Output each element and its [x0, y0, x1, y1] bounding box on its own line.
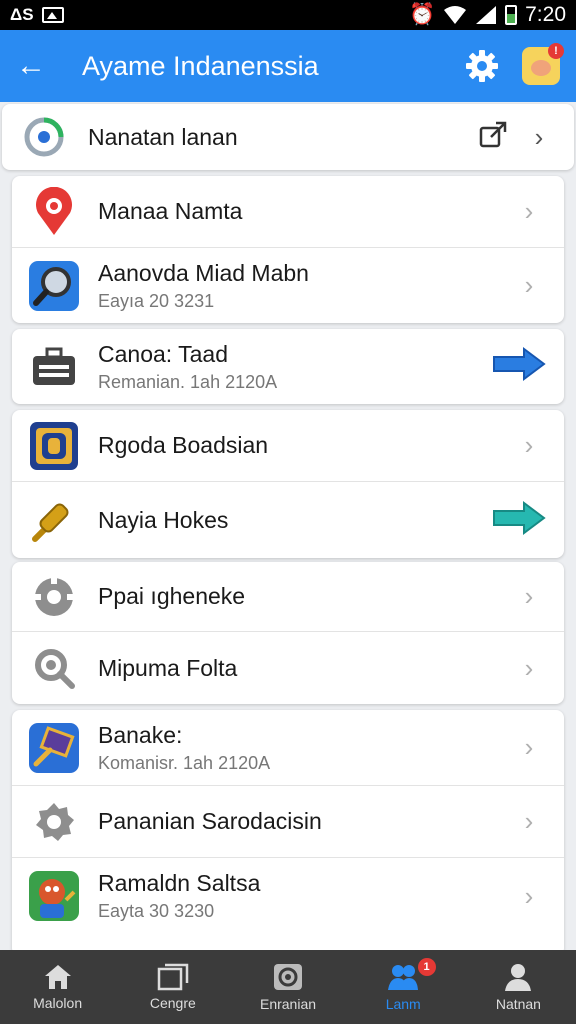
- nav-people[interactable]: 1 Lanm: [346, 950, 461, 1024]
- list-item[interactable]: Aanovda Miad Mabn Eayıa 20 3231 ›: [12, 248, 564, 323]
- list-item-label: Ppai ıgheneke: [98, 583, 246, 609]
- list-item[interactable]: Nayia Hokes: [12, 482, 564, 558]
- list-item-label: Nanatan lanan: [88, 123, 238, 150]
- map-pin-icon: [26, 184, 82, 240]
- signal-icon: [476, 6, 497, 24]
- list-item[interactable]: Ppai ıgheneke ›: [12, 562, 564, 632]
- nav-label: Lanm: [385, 996, 421, 1012]
- chevron-right-icon: ›: [524, 806, 534, 836]
- character-app-icon: [26, 868, 82, 924]
- camera-icon: [274, 964, 302, 990]
- status-left-text: ΔS: [10, 5, 34, 24]
- list-item[interactable]: Mipuma Folta ›: [12, 632, 564, 704]
- letter-o-app-icon: [26, 418, 82, 474]
- list-card: Nanatan lanan ›: [2, 104, 574, 170]
- search-gear-icon: [26, 640, 82, 696]
- list-item-label: Canoa: Taad: [98, 340, 229, 367]
- nav-camera[interactable]: Enranian: [230, 950, 345, 1024]
- external-link-icon[interactable]: [478, 120, 508, 155]
- list-item[interactable]: Nanatan lanan ›: [2, 104, 574, 170]
- list-item[interactable]: Pananian Sarodacisin ›: [12, 786, 564, 858]
- arrow-right-icon[interactable]: [492, 500, 546, 540]
- page-title: Ayame Indanenssia: [82, 50, 319, 81]
- list-item[interactable]: Banake: Komanisr. 1ah 2120A ›: [12, 710, 564, 786]
- nav-label: Malolon: [33, 995, 83, 1011]
- status-bar: ΔS ⏰ 7:20: [0, 0, 576, 30]
- nav-profile[interactable]: Natnan: [461, 950, 576, 1024]
- image-notification-icon: [41, 7, 64, 23]
- list-item-subtitle: Remanian. 1ah 2120A: [98, 371, 278, 392]
- avatar-notification-badge: !: [548, 43, 564, 59]
- nav-label: Cengre: [149, 995, 196, 1011]
- chevron-right-icon: ›: [534, 121, 544, 152]
- list-item-label: Manaa Namta: [98, 198, 243, 224]
- nav-label: Natnan: [495, 996, 541, 1012]
- back-arrow-icon[interactable]: ←: [16, 49, 60, 83]
- app-bar: ← Ayame Indanenssia !: [0, 30, 576, 102]
- briefcase-icon: [26, 339, 82, 395]
- pages-icon: [157, 963, 189, 991]
- list-item[interactable]: Canoa: Taad Remanian. 1ah 2120A: [12, 329, 564, 404]
- profile-avatar[interactable]: !: [522, 43, 564, 85]
- chevron-right-icon: ›: [524, 880, 534, 911]
- bottom-navigation: Malolon Cengre Enranian 1 Lanm Natnan: [0, 950, 576, 1024]
- brass-tool-icon: [26, 492, 82, 548]
- wifi-icon: [444, 6, 467, 24]
- list-card: Manaa Namta › Aanovda Miad Mabn Eayıa 20…: [12, 176, 564, 323]
- battery-icon: [505, 5, 518, 25]
- list-item[interactable]: Manaa Namta ›: [12, 176, 564, 248]
- chevron-right-icon: ›: [524, 581, 534, 611]
- settings-gear-icon[interactable]: [462, 46, 502, 86]
- gear-settings-icon: [26, 569, 82, 625]
- status-time: 7:20: [525, 3, 566, 26]
- chevron-right-icon: ›: [524, 196, 534, 226]
- people-icon: [388, 965, 419, 990]
- chevron-right-icon: ›: [524, 652, 534, 683]
- list-card: Rgoda Boadsian › Nayia Hokes: [12, 410, 564, 558]
- list-item-label: Mipuma Folta: [98, 654, 238, 681]
- list-item[interactable]: Ramaldn Saltsa Eayta 30 3230 ›: [12, 858, 564, 934]
- magnifier-app-icon: [26, 258, 82, 314]
- list-item-label: Banake:: [98, 721, 183, 748]
- nav-pages[interactable]: Cengre: [115, 950, 230, 1024]
- alarm-icon: ⏰: [408, 3, 436, 26]
- list-item-subtitle: Komanisr. 1ah 2120A: [98, 752, 271, 773]
- cog-icon: [26, 794, 82, 850]
- home-icon: [44, 965, 71, 989]
- list-item-subtitle: Eayta 30 3230: [98, 901, 215, 921]
- list-card: Banake: Komanisr. 1ah 2120A › Pananian S…: [12, 710, 564, 956]
- list-item-label: Aanovda Miad Mabn: [98, 259, 309, 286]
- chevron-right-icon: ›: [524, 270, 534, 300]
- list-card: Ppai ıgheneke › Mipuma Folta ›: [12, 562, 564, 704]
- progress-ring-icon: [16, 109, 72, 165]
- nav-notification-badge: 1: [417, 958, 436, 976]
- chevron-right-icon: ›: [524, 732, 534, 762]
- list-item[interactable]: Rgoda Boadsian ›: [12, 410, 564, 482]
- nav-home[interactable]: Malolon: [0, 950, 115, 1024]
- game-app-icon: [26, 720, 82, 776]
- list-item-label: Nayia Hokes: [98, 506, 229, 533]
- person-icon: [505, 964, 532, 991]
- avatar-face: [531, 60, 551, 76]
- list-item-label: Rgoda Boadsian: [98, 432, 269, 458]
- list-item-label: Ramaldn Saltsa: [98, 870, 261, 896]
- nav-label: Enranian: [259, 996, 317, 1012]
- chevron-right-icon: ›: [524, 430, 534, 460]
- list-card: Canoa: Taad Remanian. 1ah 2120A: [12, 329, 564, 404]
- list-item-subtitle: Eayıa 20 3231: [98, 290, 215, 311]
- list-item-label: Pananian Sarodacisin: [98, 808, 322, 834]
- arrow-right-icon[interactable]: [492, 347, 546, 386]
